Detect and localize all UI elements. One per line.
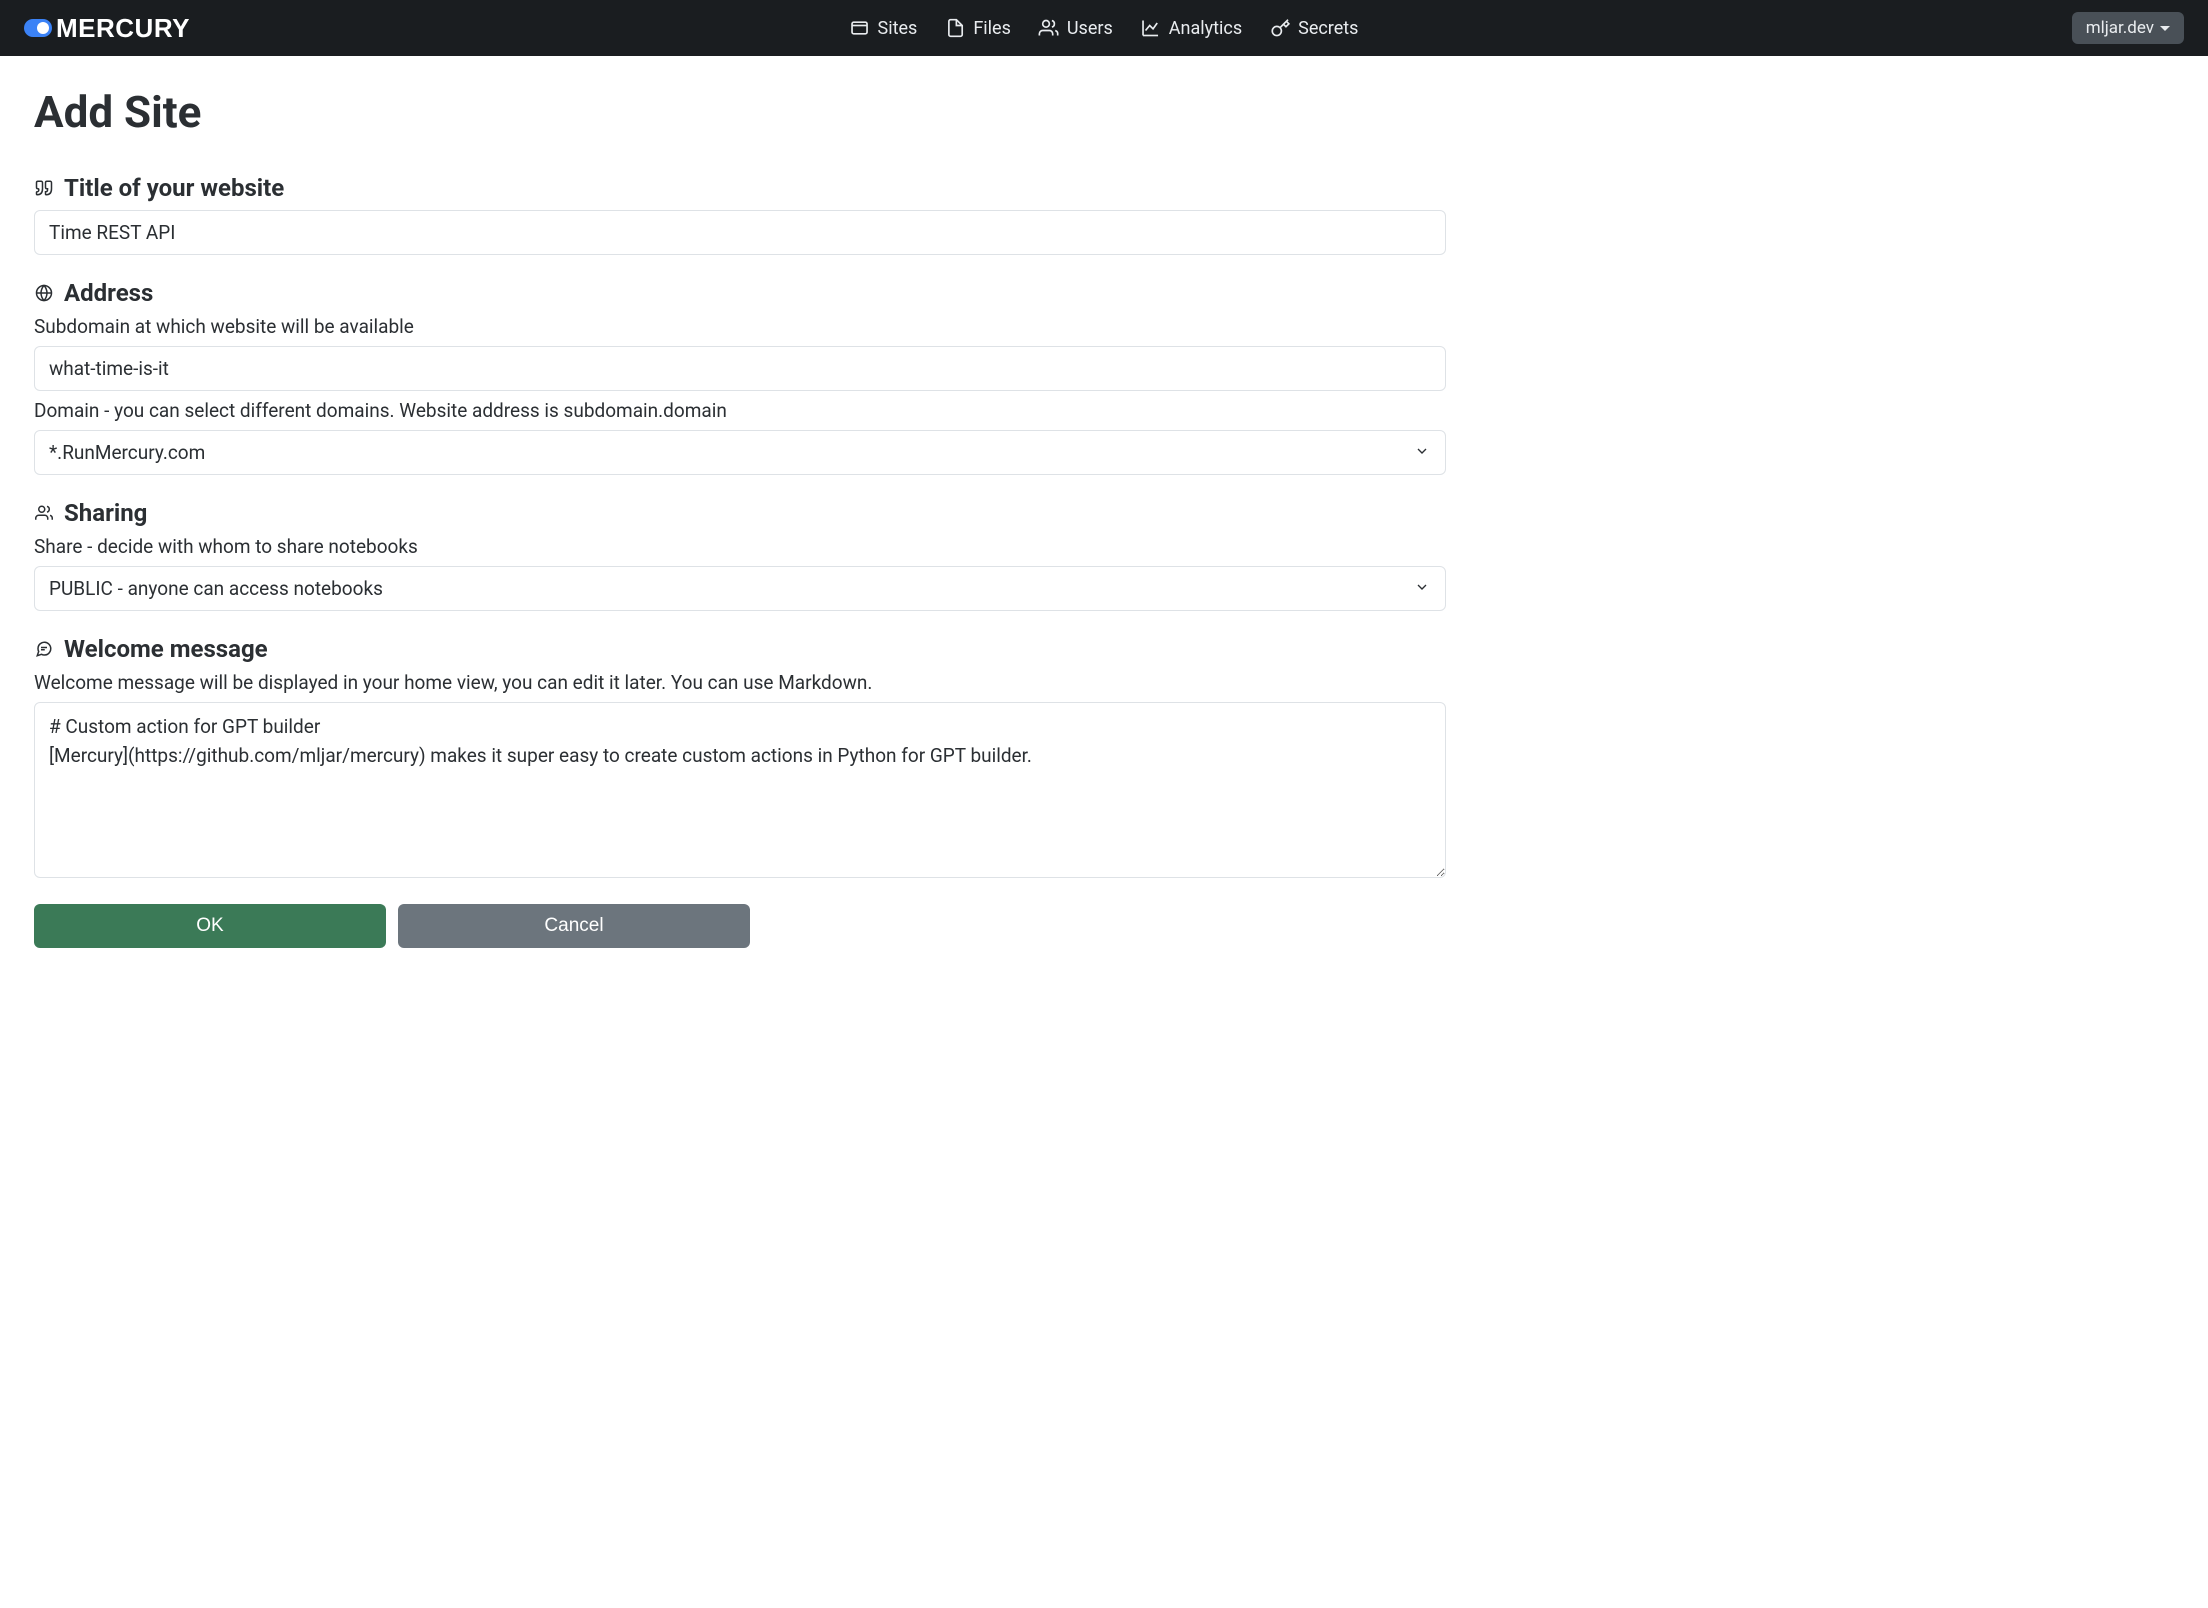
title-section-header: Title of your website	[34, 174, 1446, 202]
domain-select[interactable]: *.RunMercury.com	[34, 430, 1446, 475]
ok-button[interactable]: OK	[34, 904, 386, 948]
key-icon	[1270, 18, 1290, 38]
nav-secrets[interactable]: Secrets	[1270, 18, 1358, 39]
welcome-help: Welcome message will be displayed in you…	[34, 671, 1446, 694]
logo-icon	[24, 19, 52, 37]
message-icon	[34, 639, 54, 659]
subdomain-help: Subdomain at which website will be avail…	[34, 315, 1446, 338]
nav-analytics[interactable]: Analytics	[1141, 18, 1242, 39]
address-section-header: Address	[34, 279, 1446, 307]
share-select[interactable]: PUBLIC - anyone can access notebooks	[34, 566, 1446, 611]
button-row: OK Cancel	[34, 904, 1446, 948]
nav-sites[interactable]: Sites	[850, 18, 918, 39]
nav-secrets-label: Secrets	[1298, 18, 1358, 39]
navbar-left: MERCURY	[24, 13, 190, 44]
users-icon	[1039, 18, 1059, 38]
analytics-icon	[1141, 18, 1161, 38]
people-icon	[34, 503, 54, 523]
logo[interactable]: MERCURY	[24, 13, 190, 44]
nav-sites-label: Sites	[878, 18, 918, 39]
cancel-button[interactable]: Cancel	[398, 904, 750, 948]
share-help: Share - decide with whom to share notebo…	[34, 535, 1446, 558]
nav-center: Sites Files Users Analytics Secrets	[850, 18, 1359, 39]
files-icon	[945, 18, 965, 38]
nav-users-label: Users	[1067, 18, 1113, 39]
caret-down-icon	[2160, 26, 2170, 31]
sharing-section-header: Sharing	[34, 499, 1446, 527]
page-title: Add Site	[34, 86, 1446, 138]
share-select-value: PUBLIC - anyone can access notebooks	[49, 577, 383, 600]
user-dropdown[interactable]: mljar.dev	[2072, 12, 2184, 44]
subdomain-input[interactable]	[34, 346, 1446, 391]
welcome-section-header: Welcome message	[34, 635, 1446, 663]
welcome-section-label: Welcome message	[64, 635, 268, 663]
nav-files[interactable]: Files	[945, 18, 1011, 39]
domain-help: Domain - you can select different domain…	[34, 399, 1446, 422]
title-section-label: Title of your website	[64, 174, 284, 202]
window-icon	[850, 18, 870, 38]
address-section-label: Address	[64, 279, 153, 307]
title-input[interactable]	[34, 210, 1446, 255]
nav-files-label: Files	[973, 18, 1011, 39]
page-container: Add Site Title of your website Address S…	[0, 56, 1480, 978]
nav-users[interactable]: Users	[1039, 18, 1113, 39]
quote-icon	[34, 178, 54, 198]
domain-select-value: *.RunMercury.com	[49, 441, 205, 464]
nav-analytics-label: Analytics	[1169, 18, 1242, 39]
navbar: MERCURY Sites Files Users Analytics	[0, 0, 2208, 56]
logo-text: MERCURY	[56, 13, 190, 44]
welcome-textarea[interactable]	[34, 702, 1446, 878]
sharing-section-label: Sharing	[64, 499, 147, 527]
user-dropdown-label: mljar.dev	[2086, 18, 2154, 38]
globe-icon	[34, 283, 54, 303]
